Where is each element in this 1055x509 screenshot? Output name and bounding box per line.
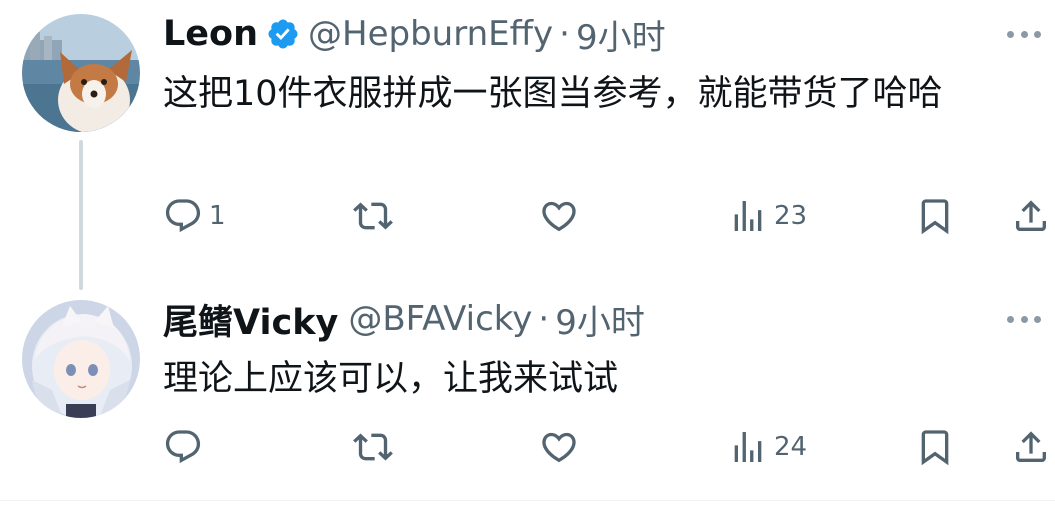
bookmark-button[interactable] <box>915 425 955 469</box>
reply-count: 1 <box>209 201 226 231</box>
like-button[interactable] <box>539 194 585 238</box>
timestamp[interactable]: 9小时 <box>576 10 666 59</box>
handle[interactable]: @BFAVicky <box>348 299 532 339</box>
anime-girl-avatar <box>22 300 140 418</box>
share-button[interactable] <box>1011 425 1051 469</box>
thread-line <box>79 140 83 290</box>
bookmark-icon <box>921 430 949 466</box>
separator: · <box>559 14 570 54</box>
reply-button[interactable]: 1 <box>163 194 226 238</box>
tweet-text: 理论上应该可以，让我来试试 <box>163 359 619 399</box>
tweet-text: 这把10件衣服拼成一张图当参考，就能带货了哈哈 <box>163 74 943 114</box>
like-button[interactable] <box>539 425 585 469</box>
retweet-button[interactable] <box>353 194 399 238</box>
retweet-icon <box>353 433 393 461</box>
verified-badge-icon <box>268 19 298 49</box>
views-button[interactable]: 23 <box>728 194 807 238</box>
avatar[interactable] <box>22 14 140 132</box>
views-button[interactable]: 24 <box>728 425 807 469</box>
avatar[interactable] <box>22 300 140 418</box>
heart-icon <box>542 432 576 463</box>
action-bar: 1 23 <box>163 194 1055 238</box>
reply-icon <box>165 430 201 464</box>
share-icon <box>1016 431 1046 462</box>
timestamp[interactable]: 9小时 <box>555 295 645 344</box>
bookmark-button[interactable] <box>915 194 955 238</box>
dog-by-water-avatar <box>22 14 140 132</box>
separator: · <box>538 299 550 339</box>
share-button[interactable] <box>1011 194 1051 238</box>
more-options-icon[interactable] <box>1007 24 1041 44</box>
tweet-header: Leon @HepburnEffy · 9小时 <box>163 10 666 59</box>
views-chart-icon <box>734 432 762 462</box>
tweet-header: 尾鳍Vicky @BFAVicky · 9小时 <box>163 295 645 344</box>
action-bar: 24 <box>163 425 1055 469</box>
retweet-icon <box>353 202 393 230</box>
handle[interactable]: @HepburnEffy <box>308 14 553 54</box>
divider <box>0 500 1055 501</box>
display-name[interactable]: 尾鳍Vicky <box>163 294 338 345</box>
retweet-button[interactable] <box>353 425 399 469</box>
display-name[interactable]: Leon <box>163 14 258 54</box>
tweet[interactable]: Leon @HepburnEffy · 9小时 这把10件衣服拼成一张图当参考，… <box>0 0 1055 290</box>
reply-icon <box>165 199 201 233</box>
views-count: 24 <box>774 432 808 462</box>
views-count: 23 <box>774 201 808 231</box>
reply-button[interactable] <box>163 425 209 469</box>
tweet[interactable]: 尾鳍Vicky @BFAVicky · 9小时 理论上应该可以，让我来试试 24 <box>0 285 1055 500</box>
more-options-icon[interactable] <box>1007 309 1041 329</box>
share-icon <box>1016 200 1046 231</box>
bookmark-icon <box>921 199 949 235</box>
views-chart-icon <box>734 201 762 231</box>
heart-icon <box>542 201 576 232</box>
